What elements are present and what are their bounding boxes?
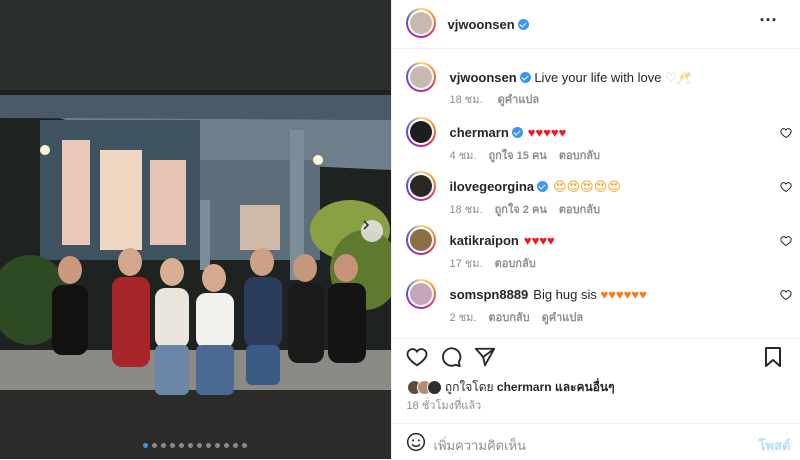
- comment-like-heart-icon[interactable]: [779, 127, 792, 139]
- carousel-dot: [188, 443, 194, 448]
- caption-avatar[interactable]: [405, 62, 436, 92]
- add-comment-input[interactable]: เพิ่มความคิดเห็น: [434, 435, 527, 456]
- comment-row: katikraipon ♥♥♥♥ 17 ชม. ตอบกลับ: [392, 225, 800, 275]
- next-slide-button[interactable]: [361, 220, 383, 242]
- comment-like-heart-icon[interactable]: [779, 289, 792, 301]
- comment-row: somspn8889 Big hug sis ♥♥♥♥♥♥ 2 ชม. ตอบกลับ…: [392, 279, 800, 329]
- commenter-avatar[interactable]: [405, 279, 436, 309]
- comment-time: 18 ชม.: [449, 204, 483, 216]
- carousel-dot: [179, 443, 185, 448]
- comment-row: chermarn ♥♥♥♥♥ 4 ชม. ถูกใจ 15 คน ตอบกลับ: [392, 117, 800, 167]
- add-comment-bar: เพิ่มความคิดเห็น โพสต์: [391, 423, 800, 460]
- commenter-avatar[interactable]: [405, 117, 436, 147]
- see-translation-link[interactable]: ดูคำแปล: [542, 312, 584, 324]
- carousel-dot: [215, 443, 221, 448]
- comment-likes-count[interactable]: ถูกใจ 15 คน: [488, 150, 546, 162]
- likes-user-link[interactable]: chermarn: [497, 380, 552, 394]
- emoji-smiley-icon[interactable]: [406, 432, 426, 452]
- comment-row: ilovegeorgina 😍😍😍😍😍 18 ชม. ถูกใจ 2 คน ตอบกลั…: [392, 171, 800, 221]
- carousel-dot: [206, 443, 212, 448]
- post-sidebar: vjwoonsen ··· vjwoonsen Live your life w…: [390, 0, 800, 460]
- post-comment-button[interactable]: โพสต์: [759, 435, 791, 456]
- heart-emoji-icon: ♡: [665, 70, 677, 85]
- post-caption: vjwoonsen Live your life with love ♡🥂 18…: [392, 62, 800, 106]
- verified-badge-icon: [537, 181, 549, 192]
- caption-username[interactable]: vjwoonsen: [450, 70, 517, 85]
- likes-prefix: ถูกใจโดย: [444, 380, 494, 394]
- verified-badge-icon: [511, 127, 523, 138]
- carousel-dot: [224, 443, 230, 448]
- commenter-avatar[interactable]: [405, 171, 436, 201]
- reply-link[interactable]: ตอบกลับ: [559, 150, 600, 162]
- comment-username[interactable]: somspn8889: [450, 287, 529, 302]
- comment-likes-count[interactable]: ถูกใจ 2 คน: [495, 204, 547, 216]
- instagram-post-view: vjwoonsen ··· vjwoonsen Live your life w…: [0, 0, 800, 459]
- carousel-dot: [143, 443, 149, 448]
- commenter-avatar[interactable]: [405, 225, 436, 255]
- orange-hearts-emoji-icon: ♥♥♥♥♥♥: [600, 287, 647, 302]
- save-bookmark-icon[interactable]: [764, 346, 782, 368]
- post-timestamp: 18 ชั่วโมงที่แล้ว: [406, 400, 482, 412]
- cheers-emoji-icon: 🥂: [676, 71, 692, 85]
- comment-time: 17 ชม.: [449, 258, 483, 270]
- comment-like-heart-icon[interactable]: [779, 235, 792, 247]
- comment-text: 😍😍😍😍😍: [553, 179, 621, 194]
- comment-username[interactable]: katikraipon: [450, 233, 519, 248]
- photo-illustration: [0, 0, 391, 459]
- comment-like-heart-icon[interactable]: [779, 181, 792, 193]
- carousel-dot: [197, 443, 203, 448]
- author-username[interactable]: vjwoonsen: [448, 17, 515, 32]
- chevron-right-icon: [363, 220, 370, 230]
- caption-time: 18 ชม.: [449, 94, 483, 106]
- verified-badge-icon: [519, 72, 531, 83]
- post-header: vjwoonsen ···: [391, 0, 800, 49]
- carousel-dot: [170, 443, 176, 448]
- comment-time: 4 ชม.: [449, 150, 477, 162]
- action-bar: [391, 338, 800, 379]
- like-heart-icon[interactable]: [406, 346, 428, 368]
- carousel-dot: [242, 443, 248, 448]
- likes-summary: ถูกใจโดย chermarn และคนอื่นๆ: [406, 378, 615, 397]
- comment-username[interactable]: chermarn: [450, 125, 509, 140]
- comment-text: Big hug sis ♥♥♥♥♥♥: [533, 287, 647, 302]
- likes-others-link[interactable]: และคนอื่นๆ: [555, 380, 615, 394]
- carousel-indicator: [0, 443, 391, 448]
- carousel-dot: [233, 443, 239, 448]
- verified-badge-icon: [517, 19, 529, 30]
- see-translation-link[interactable]: ดูคำแปล: [498, 94, 540, 106]
- caption-text: Live your life with love: [534, 70, 662, 85]
- reply-link[interactable]: ตอบกลับ: [488, 312, 529, 324]
- comment-text: ♥♥♥♥: [523, 233, 555, 248]
- comment-text: ♥♥♥♥♥: [527, 125, 567, 140]
- comment-time: 2 ชม.: [449, 312, 477, 324]
- liker-avatar: [426, 380, 442, 396]
- share-paper-plane-icon[interactable]: [474, 346, 496, 368]
- author-avatar[interactable]: [405, 8, 436, 38]
- comment-username[interactable]: ilovegeorgina: [450, 179, 535, 194]
- post-photo[interactable]: [0, 0, 391, 459]
- more-options-icon[interactable]: ···: [760, 10, 778, 31]
- reply-link[interactable]: ตอบกลับ: [495, 258, 536, 270]
- comment-bubble-icon[interactable]: [440, 346, 462, 368]
- carousel-dot: [161, 443, 167, 448]
- reply-link[interactable]: ตอบกลับ: [559, 204, 600, 216]
- carousel-dot: [152, 443, 158, 448]
